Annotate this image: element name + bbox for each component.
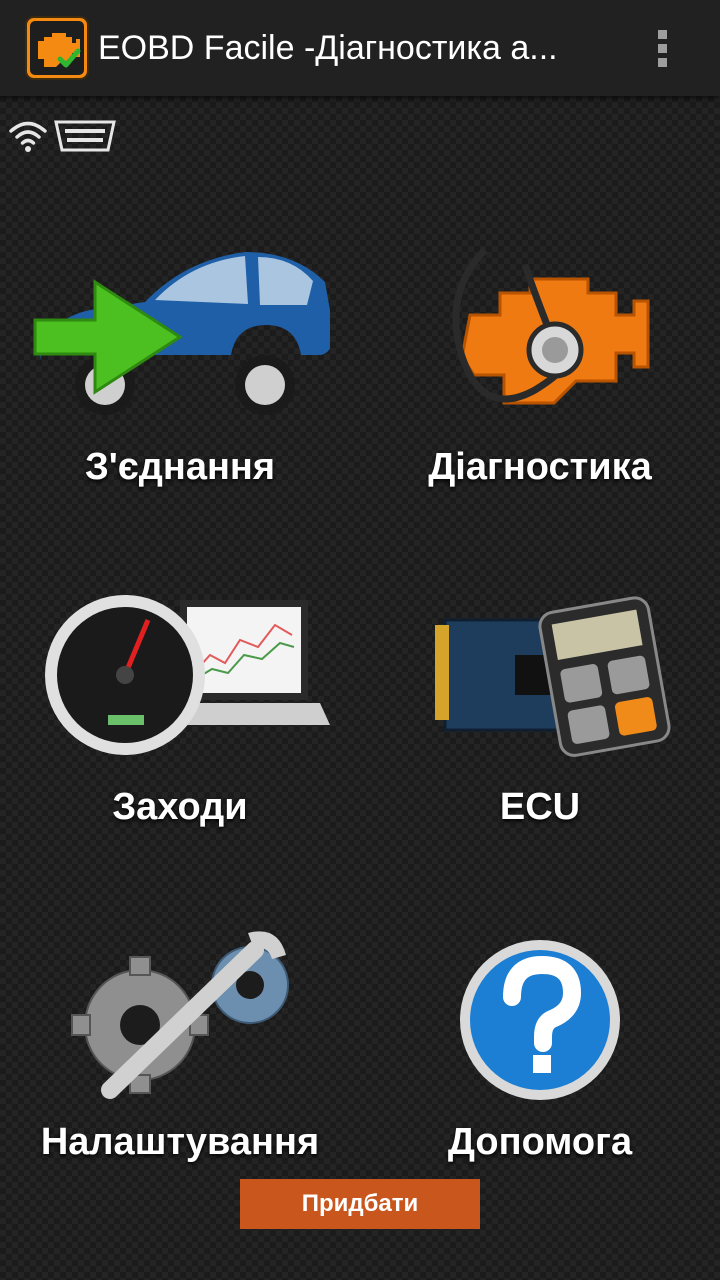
engine-check-icon[interactable]: [24, 15, 90, 81]
menu-item-diagnostics[interactable]: Діагностика: [370, 225, 710, 545]
ecu-calculator-icon: [435, 596, 671, 757]
car-connect-icon: [33, 252, 330, 415]
obd-connector-icon: [54, 120, 116, 152]
menu-label-help: Допомога: [447, 1121, 633, 1163]
menu-item-measures[interactable]: Заходи: [10, 585, 350, 905]
menu-label-ecu: ECU: [499, 786, 581, 828]
menu-label-settings: Налаштування: [40, 1121, 320, 1163]
buy-button[interactable]: Придбати: [240, 1179, 480, 1229]
menu-label-connection: З'єднання: [84, 446, 276, 488]
menu-item-connection[interactable]: З'єднання: [10, 225, 350, 545]
menu-label-diagnostics: Діагностика: [428, 446, 652, 488]
menu-label-measures: Заходи: [112, 786, 248, 828]
speedometer-laptop-icon: [45, 595, 330, 755]
overflow-menu-icon[interactable]: [648, 24, 678, 72]
app-bar: EOBD Facile -Діагностика а...: [0, 0, 720, 96]
engine-stethoscope-icon: [452, 247, 650, 405]
app-title: EOBD Facile -Діагностика а...: [98, 29, 558, 67]
help-icon: [460, 940, 620, 1100]
wifi-icon: [9, 121, 47, 152]
gears-wrench-icon: [71, 931, 289, 1099]
menu-item-ecu[interactable]: ECU: [370, 585, 710, 905]
